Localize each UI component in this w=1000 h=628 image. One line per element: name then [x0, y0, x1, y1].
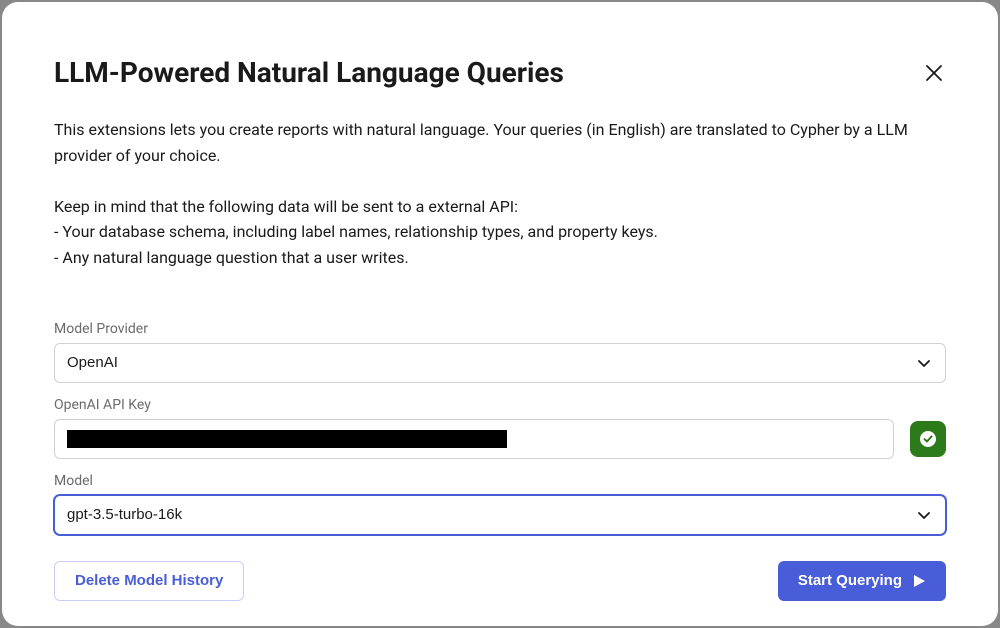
apikey-row — [54, 419, 946, 459]
provider-select[interactable] — [54, 343, 946, 383]
model-group: Model — [54, 473, 946, 535]
modal-header: LLM-Powered Natural Language Queries — [54, 56, 946, 89]
close-button[interactable] — [922, 61, 946, 85]
check-circle-icon — [919, 430, 937, 448]
apikey-group: OpenAI API Key — [54, 397, 946, 459]
provider-group: Model Provider — [54, 321, 946, 383]
start-querying-button[interactable]: Start Querying — [778, 561, 946, 601]
apikey-redacted — [67, 430, 507, 448]
provider-label: Model Provider — [54, 321, 946, 337]
model-label: Model — [54, 473, 946, 489]
model-select-wrapper — [54, 495, 946, 535]
apikey-input[interactable] — [54, 419, 894, 459]
modal-title: LLM-Powered Natural Language Queries — [54, 56, 564, 89]
apikey-valid-badge — [910, 421, 946, 457]
modal-dialog: LLM-Powered Natural Language Queries Thi… — [2, 2, 998, 626]
provider-select-wrapper — [54, 343, 946, 383]
modal-footer: Delete Model History Start Querying — [54, 561, 946, 601]
start-querying-label: Start Querying — [798, 572, 902, 589]
model-select[interactable] — [54, 495, 946, 535]
apikey-label: OpenAI API Key — [54, 397, 946, 413]
delete-history-button[interactable]: Delete Model History — [54, 561, 244, 601]
close-icon — [925, 64, 943, 82]
modal-description: This extensions lets you create reports … — [54, 117, 946, 271]
play-icon — [912, 574, 926, 588]
